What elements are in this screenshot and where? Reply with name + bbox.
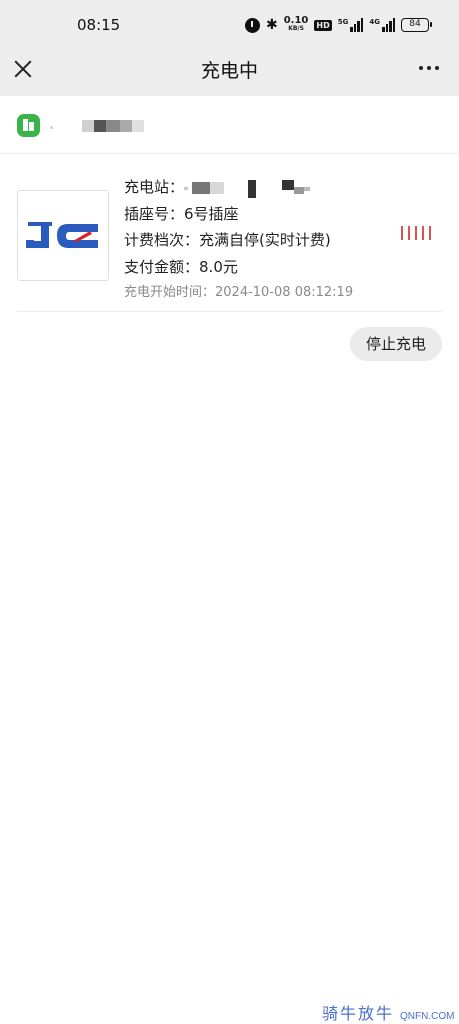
order-info: 充电站： 插座号：6号插座 计费档次：充满自停(实时计费) 支付金额：8.0元 … xyxy=(124,174,353,307)
jc-logo-icon xyxy=(26,222,98,248)
watermark-cn: 骑牛放牛 xyxy=(322,1004,395,1023)
signal-icon-2: 4G xyxy=(369,18,395,32)
order-card[interactable]: 充电站： 插座号：6号插座 计费档次：充满自停(实时计费) 支付金额：8.0元 … xyxy=(17,170,442,312)
start-time-line: 充电开始时间：2024-10-08 08:12:19 xyxy=(124,280,353,307)
charging-status-icon xyxy=(401,226,431,240)
start-time-label: 充电开始时间： xyxy=(124,285,216,300)
status-icons: ✱ 0.10 KB/S HD 5G 4G 84 xyxy=(244,15,432,35)
amount-line: 支付金额：8.0元 xyxy=(124,254,353,281)
station-line: 充电站： xyxy=(124,174,353,201)
page-title: 充电中 xyxy=(200,60,258,82)
signal-5g-label: 5G xyxy=(337,18,349,26)
start-time-value: 2024-10-08 08:12:19 xyxy=(215,285,354,300)
alarm-icon xyxy=(244,17,260,33)
building-icon xyxy=(17,114,40,137)
plan-line: 计费档次：充满自停(实时计费) xyxy=(124,227,353,254)
socket-line: 插座号：6号插座 xyxy=(124,201,353,228)
station-name-redacted xyxy=(184,179,319,198)
bluetooth-icon: ✱ xyxy=(265,17,278,33)
shop-name-redacted xyxy=(50,118,145,134)
station-label: 充电站： xyxy=(124,178,185,196)
signal-4g-label: 4G xyxy=(369,18,380,26)
socket-value: 6号插座 xyxy=(184,204,239,223)
watermark: 骑牛放牛 QNFN.COM xyxy=(322,1000,454,1024)
hd-badge: HD xyxy=(314,19,332,31)
brand-logo xyxy=(17,190,109,281)
signal-icon: 5G xyxy=(338,18,364,32)
amount-value: 8.0元 xyxy=(199,257,238,276)
watermark-en: QNFN.COM xyxy=(400,1011,455,1022)
nav-bar: 充电中 xyxy=(0,50,459,96)
network-speed: 0.10 KB/S xyxy=(283,15,309,33)
status-time: 08:15 xyxy=(77,16,121,34)
amount-label: 支付金额： xyxy=(124,257,200,276)
plan-label: 计费档次： xyxy=(124,231,200,249)
more-icon[interactable] xyxy=(419,66,439,70)
plan-value: 充满自停(实时计费) xyxy=(199,231,331,249)
network-speed-unit: KB/S xyxy=(288,25,304,32)
battery-icon: 84 xyxy=(401,18,432,32)
shop-header[interactable] xyxy=(0,96,459,154)
stop-charging-button[interactable]: 停止充电 xyxy=(350,327,442,361)
status-bar: 08:15 ✱ 0.10 KB/S HD 5G 4G 84 xyxy=(0,0,459,50)
socket-label: 插座号： xyxy=(124,204,185,223)
network-speed-value: 0.10 xyxy=(283,15,309,26)
